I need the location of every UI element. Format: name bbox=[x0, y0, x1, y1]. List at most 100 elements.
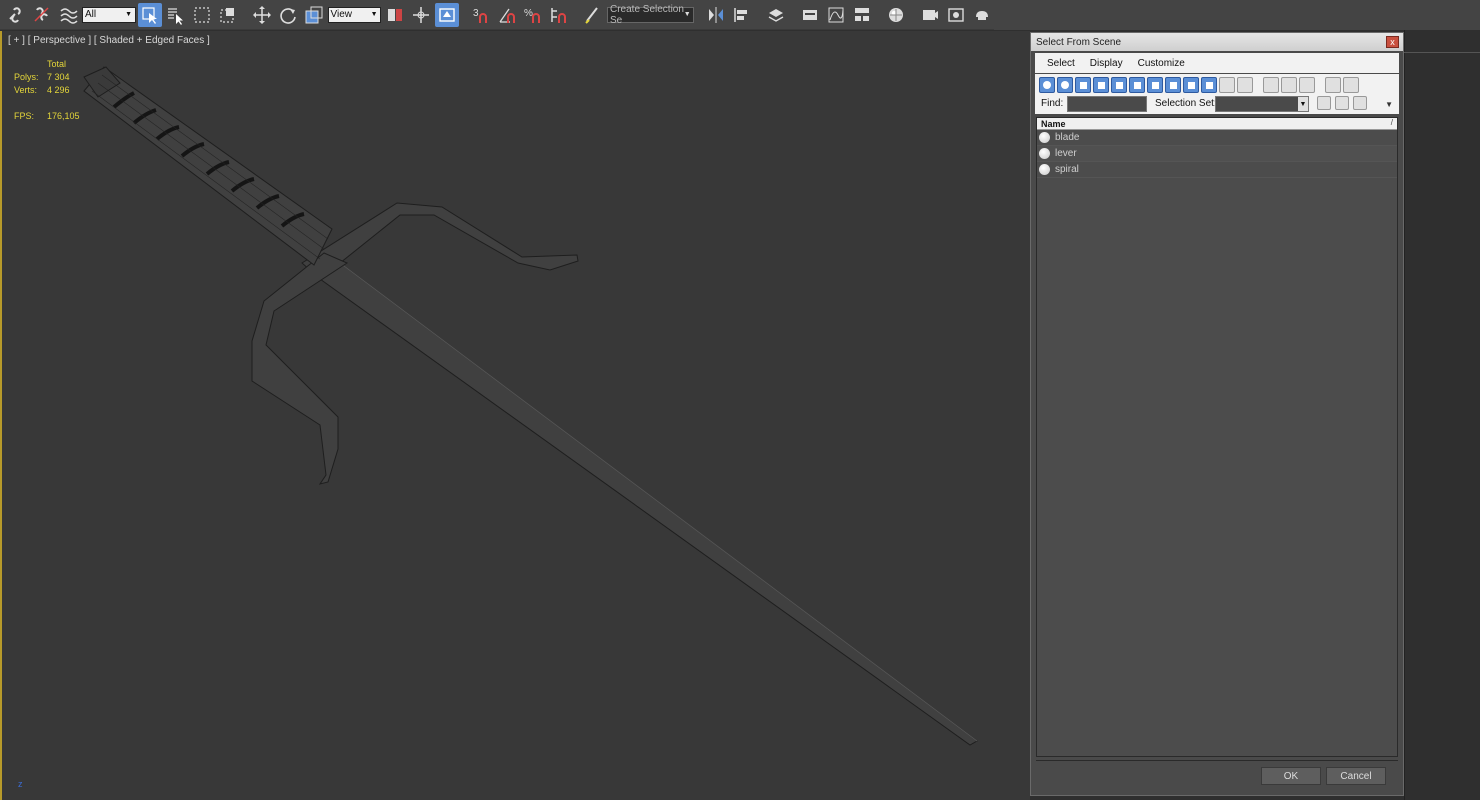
pivot-center-icon[interactable] bbox=[383, 3, 407, 27]
menu-display[interactable]: Display bbox=[1090, 58, 1123, 69]
chevron-down-icon: ▼ bbox=[125, 11, 133, 18]
rendered-frame-window-icon[interactable] bbox=[944, 3, 968, 27]
geometry-object-icon bbox=[1039, 132, 1050, 143]
chevron-down-icon: ▼ bbox=[370, 11, 378, 18]
toolbar-empty-area bbox=[994, 0, 1480, 30]
ok-button[interactable]: OK bbox=[1261, 767, 1321, 785]
add-to-selection-set-icon[interactable] bbox=[1335, 96, 1349, 110]
list-item-label: lever bbox=[1055, 148, 1077, 159]
handle-mesh bbox=[83, 66, 333, 266]
snap-dimension-label: 3 bbox=[473, 8, 479, 19]
window-crossing-icon[interactable] bbox=[216, 3, 240, 27]
select-and-link-icon[interactable] bbox=[4, 3, 28, 27]
stats-fps-label: FPS: bbox=[14, 111, 35, 121]
bind-to-space-warp-icon[interactable] bbox=[56, 3, 80, 27]
create-selection-set-icon[interactable] bbox=[1317, 96, 1331, 110]
reference-coordinate-value: View bbox=[330, 9, 353, 20]
move-icon[interactable] bbox=[250, 3, 274, 27]
select-none-icon[interactable] bbox=[1281, 77, 1297, 93]
collapse-toolbar-icon[interactable]: ▼ bbox=[1385, 100, 1393, 109]
percent-snap-icon[interactable]: % bbox=[521, 3, 545, 27]
main-toolbar: All ▼ View ▼ 3 % Create Selection Se ▼ bbox=[0, 0, 994, 30]
display-shapes-icon[interactable] bbox=[1057, 77, 1073, 93]
schematic-view-icon[interactable] bbox=[850, 3, 874, 27]
scene-object-list[interactable]: Name / blade lever spiral bbox=[1036, 117, 1398, 757]
rotate-icon[interactable] bbox=[276, 3, 300, 27]
display-geometry-icon[interactable] bbox=[1039, 77, 1055, 93]
dialog-title-bar[interactable]: Select From Scene x bbox=[1031, 33, 1403, 51]
mirror-icon[interactable] bbox=[704, 3, 728, 27]
stats-verts-label: Verts: bbox=[14, 85, 38, 95]
material-editor-icon[interactable] bbox=[884, 3, 908, 27]
percent-snap-label: % bbox=[524, 8, 533, 19]
dialog-footer: OK Cancel bbox=[1036, 760, 1398, 792]
remove-from-selection-set-icon[interactable] bbox=[1353, 96, 1367, 110]
axis-z-label: z bbox=[18, 779, 23, 789]
rectangular-selection-icon[interactable] bbox=[190, 3, 214, 27]
select-object-icon[interactable] bbox=[137, 2, 162, 27]
command-panel bbox=[1404, 30, 1480, 800]
chevron-down-icon: ▼ bbox=[683, 11, 691, 18]
menu-customize[interactable]: Customize bbox=[1138, 58, 1185, 69]
display-xrefs-icon[interactable] bbox=[1165, 77, 1181, 93]
display-helpers-icon[interactable] bbox=[1111, 77, 1127, 93]
axis-tripod: z bbox=[18, 779, 23, 789]
display-frozen-icon[interactable] bbox=[1219, 77, 1235, 93]
keyboard-shortcut-override-icon[interactable] bbox=[435, 2, 460, 27]
display-cameras-icon[interactable] bbox=[1093, 77, 1109, 93]
filter-icon[interactable] bbox=[1325, 77, 1341, 93]
close-icon[interactable]: x bbox=[1386, 36, 1399, 48]
scale-icon[interactable] bbox=[302, 3, 326, 27]
viewport-label[interactable]: [ + ] [ Perspective ] [ Shaded + Edged F… bbox=[8, 35, 210, 46]
curve-editor-icon[interactable] bbox=[824, 3, 848, 27]
list-item-label: blade bbox=[1055, 132, 1080, 143]
select-by-name-icon[interactable] bbox=[164, 3, 188, 27]
display-space-warps-icon[interactable] bbox=[1129, 77, 1145, 93]
command-panel-divider bbox=[1404, 52, 1480, 53]
filter-options-icon[interactable] bbox=[1343, 77, 1359, 93]
snaps-toggle-icon[interactable]: 3 bbox=[469, 3, 493, 27]
display-bones-icon[interactable] bbox=[1183, 77, 1199, 93]
list-item[interactable]: blade bbox=[1037, 130, 1397, 146]
select-all-icon[interactable] bbox=[1263, 77, 1279, 93]
perspective-viewport[interactable]: [ + ] [ Perspective ] [ Shaded + Edged F… bbox=[0, 31, 1030, 800]
cancel-button[interactable]: Cancel bbox=[1326, 767, 1386, 785]
display-groups-icon[interactable] bbox=[1147, 77, 1163, 93]
stats-fps-value: 176,105 bbox=[47, 111, 80, 121]
geometry-object-icon bbox=[1039, 148, 1050, 159]
display-lights-icon[interactable] bbox=[1075, 77, 1091, 93]
named-selection-sets-dropdown[interactable]: Create Selection Se ▼ bbox=[606, 4, 695, 26]
stats-verts-value: 4 296 bbox=[47, 85, 70, 95]
select-manipulate-icon[interactable] bbox=[409, 3, 433, 27]
render-production-icon[interactable] bbox=[970, 3, 994, 27]
render-setup-icon[interactable] bbox=[918, 3, 942, 27]
selection-set-dropdown[interactable]: ▼ bbox=[1215, 96, 1309, 112]
geometry-object-icon bbox=[1039, 164, 1050, 175]
selection-set-label: Selection Set: bbox=[1155, 98, 1217, 109]
display-containers-icon[interactable] bbox=[1201, 77, 1217, 93]
angle-snap-icon[interactable] bbox=[495, 3, 519, 27]
menu-select[interactable]: Select bbox=[1047, 58, 1075, 69]
selection-filter-dropdown[interactable]: All ▼ bbox=[82, 6, 136, 23]
find-label: Find: bbox=[1041, 98, 1064, 109]
find-input[interactable] bbox=[1067, 96, 1147, 112]
list-header[interactable]: Name / bbox=[1037, 118, 1397, 130]
layer-manager-icon[interactable] bbox=[764, 3, 788, 27]
display-hidden-icon[interactable] bbox=[1237, 77, 1253, 93]
list-item[interactable]: spiral bbox=[1037, 162, 1397, 178]
spinner-snap-icon[interactable] bbox=[547, 3, 571, 27]
ribbon-toggle-icon[interactable] bbox=[798, 3, 822, 27]
stats-polys-label: Polys: bbox=[14, 72, 39, 82]
reference-coordinate-dropdown[interactable]: View ▼ bbox=[327, 6, 382, 23]
align-icon[interactable] bbox=[730, 3, 754, 27]
unlink-selection-icon[interactable] bbox=[30, 3, 54, 27]
selection-filter-value: All bbox=[85, 9, 97, 20]
list-item[interactable]: lever bbox=[1037, 146, 1397, 162]
dialog-menubar: Select Display Customize bbox=[1035, 53, 1399, 73]
select-invert-icon[interactable] bbox=[1299, 77, 1315, 93]
edit-named-selection-icon[interactable] bbox=[581, 3, 605, 27]
column-name-header[interactable]: Name bbox=[1041, 119, 1066, 129]
sai-model bbox=[83, 66, 978, 746]
list-item-label: spiral bbox=[1055, 164, 1079, 175]
stats-polys-value: 7 304 bbox=[47, 72, 70, 82]
